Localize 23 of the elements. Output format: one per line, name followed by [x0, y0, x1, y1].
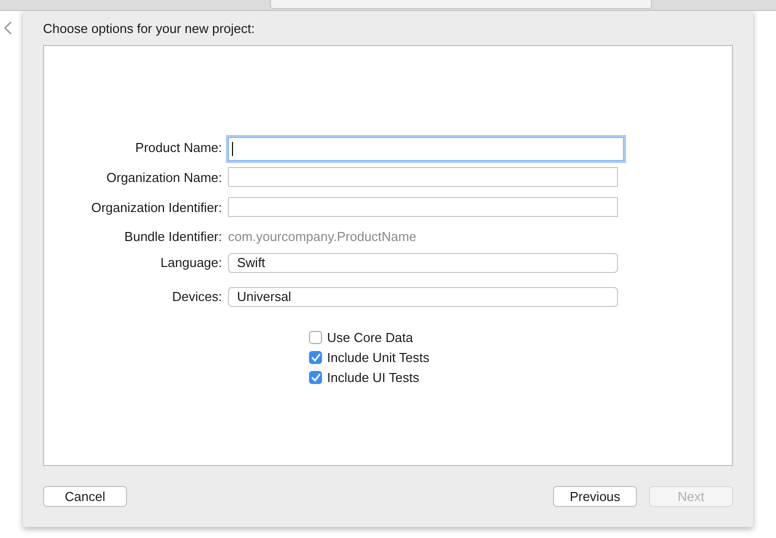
text-field[interactable]: [228, 197, 618, 217]
chevron-left-icon[interactable]: [4, 21, 12, 35]
popup-button[interactable]: Swift: [228, 253, 618, 273]
field-label: Organization Identifier:: [90, 199, 222, 217]
field-label: Organization Name:: [105, 169, 222, 187]
checkbox[interactable]: [309, 370, 322, 384]
checkbox-label: Include Unit Tests: [327, 350, 430, 364]
dialog-button[interactable]: Cancel: [43, 486, 127, 507]
checkbox-label: Include UI Tests: [327, 370, 420, 384]
text-field[interactable]: [228, 137, 624, 161]
text-field[interactable]: [228, 167, 618, 187]
field-value: com.yourcompany.ProductName: [228, 229, 416, 244]
text-caret: [232, 142, 233, 156]
checkbox[interactable]: [309, 350, 322, 364]
field-label: Language:: [160, 254, 222, 272]
checkbox-label: Use Core Data: [327, 330, 413, 344]
checkbox[interactable]: [309, 330, 322, 344]
field-label: Product Name:: [134, 139, 222, 157]
popup-button[interactable]: Universal: [228, 287, 618, 307]
field-label: Devices:: [171, 288, 222, 306]
field-label: Bundle Identifier:: [123, 228, 222, 246]
window-title: Choose options for your new project:: [43, 21, 256, 38]
dialog-button[interactable]: Previous: [553, 486, 637, 507]
